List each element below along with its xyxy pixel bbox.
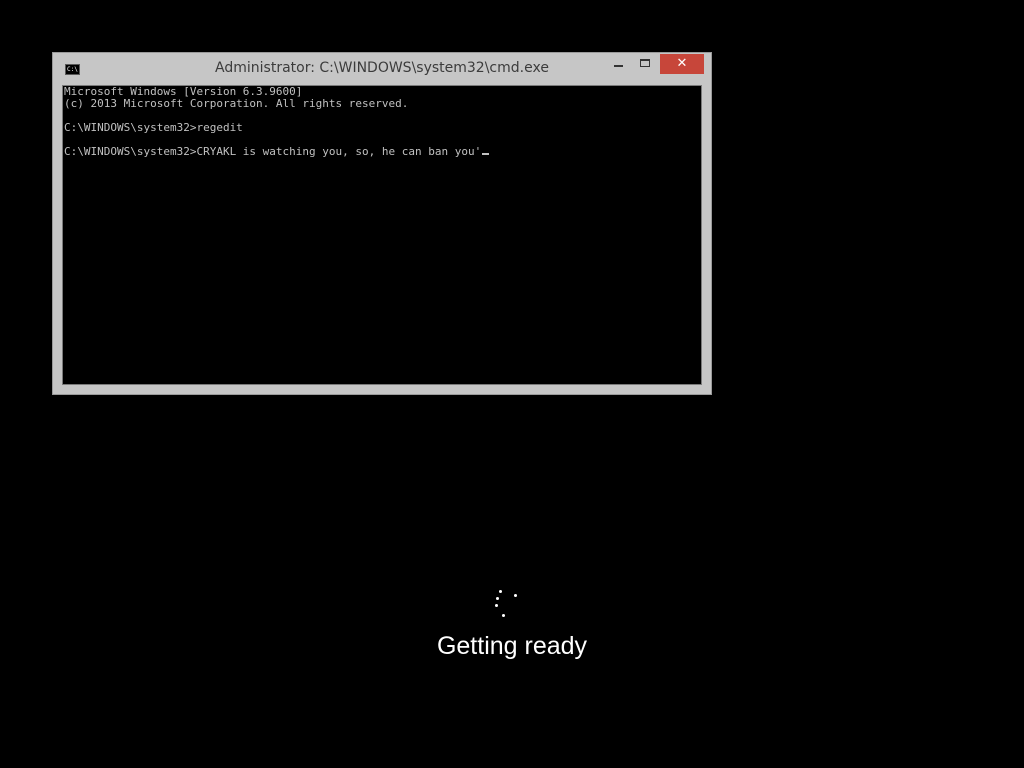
close-button[interactable]: ✕ bbox=[660, 54, 704, 74]
spinner-dot bbox=[495, 604, 498, 607]
loading-spinner-icon bbox=[492, 588, 520, 618]
spinner-dot bbox=[514, 594, 517, 597]
console-output[interactable]: Microsoft Windows [Version 6.3.9600] (c)… bbox=[62, 85, 702, 385]
maximize-button[interactable] bbox=[633, 54, 659, 74]
title-bar[interactable]: C:\. Administrator: C:\WINDOWS\system32\… bbox=[53, 53, 711, 85]
console-text: Microsoft Windows [Version 6.3.9600] (c)… bbox=[64, 86, 490, 158]
close-icon: ✕ bbox=[676, 56, 688, 71]
text-cursor bbox=[482, 153, 490, 155]
minimize-icon bbox=[614, 65, 623, 67]
maximize-icon bbox=[640, 59, 650, 67]
spinner-dot bbox=[496, 597, 499, 600]
cmd-window[interactable]: C:\. Administrator: C:\WINDOWS\system32\… bbox=[52, 52, 712, 395]
spinner-dot bbox=[499, 590, 502, 593]
console-line: C:\WINDOWS\system32>CRYAKL is watching y… bbox=[64, 145, 482, 158]
spinner-dot bbox=[502, 614, 505, 617]
boot-status-text: Getting ready bbox=[436, 632, 588, 660]
console-line: C:\WINDOWS\system32>regedit bbox=[64, 121, 243, 134]
window-title: Administrator: C:\WINDOWS\system32\cmd.e… bbox=[215, 60, 549, 76]
console-line: (c) 2013 Microsoft Corporation. All righ… bbox=[64, 97, 409, 110]
cmd-icon[interactable]: C:\. bbox=[65, 64, 80, 75]
minimize-button[interactable] bbox=[606, 54, 632, 74]
